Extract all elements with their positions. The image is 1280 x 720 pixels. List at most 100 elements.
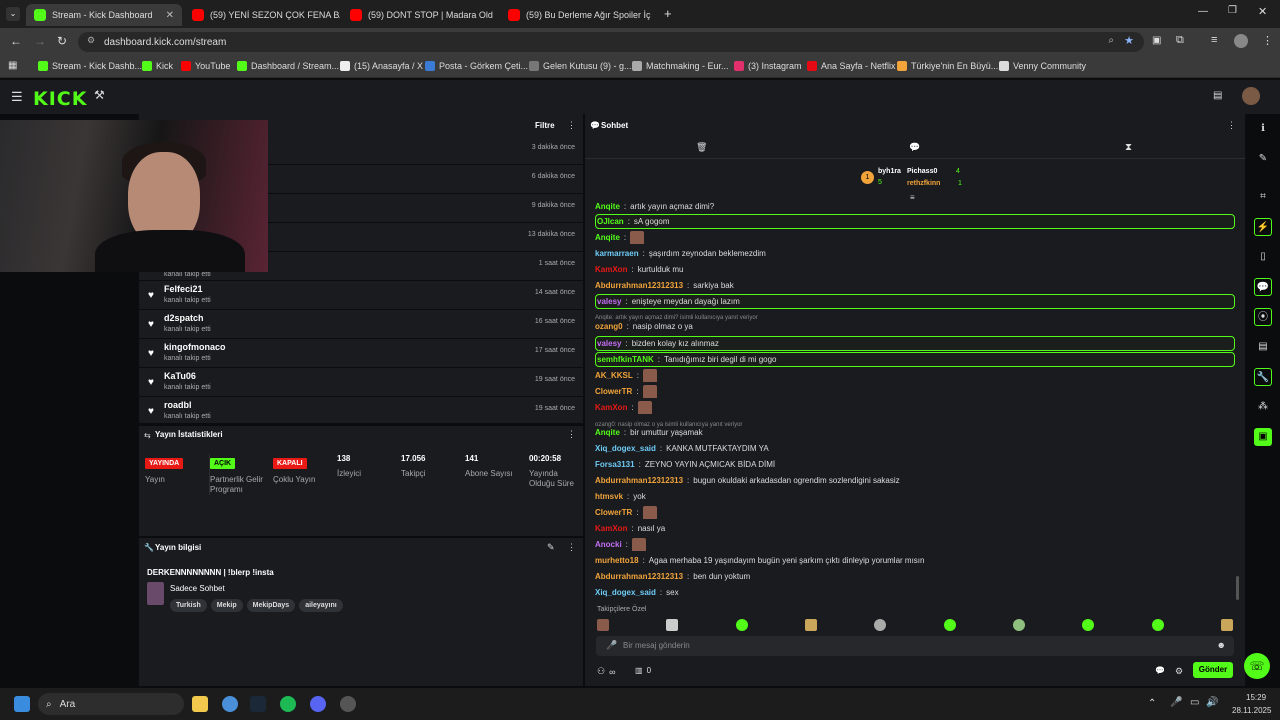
chat-message[interactable]: KamXon: nasıl ya [595,522,1235,535]
broadcast-icon[interactable]: ⦿ [1254,308,1272,326]
emote-icon[interactable] [631,538,646,551]
chat-username[interactable]: Anqite [595,428,620,437]
chat-username[interactable]: Xiq_dogex_said [595,588,656,597]
filter-button[interactable]: Filtre [535,121,555,130]
app-icon[interactable]: ▣ [1254,428,1272,446]
chat-message[interactable]: karmarraen: şaşırdım zeynodan beklemezdim [595,247,1235,260]
category-thumbnail[interactable] [147,582,164,605]
address-bar[interactable]: ⚙ dashboard.kick.com/stream ⌕ ★ [78,32,1144,52]
clock-date[interactable]: 28.11.2025 [1232,706,1271,715]
chat-menu-icon[interactable]: ⋮ [1227,120,1236,131]
emote-icon[interactable] [1012,619,1025,631]
chat-toggle-icon[interactable]: 💬 [1254,278,1272,296]
microphone-icon[interactable]: 🎤 [606,640,617,651]
app-icon[interactable] [340,696,356,712]
chat-message[interactable]: Xiq_dogex_said: KANKA MUTFAKTAYDIM YA [595,442,1235,455]
bookmark-item[interactable]: Stream - Kick Dashb... [38,61,142,71]
tray-chevron-icon[interactable]: ⌃ [1148,698,1156,709]
chat-username[interactable]: karmarraen [595,249,639,258]
chat-username[interactable]: valesy [597,339,621,348]
chrome-icon[interactable] [222,696,238,712]
chat-message[interactable]: valesy: enişteye meydan dayağı lazım [595,294,1235,309]
tab-youtube-3[interactable]: (59) Bu Derleme Ağır Spoiler İç ✕ [500,4,656,26]
feed-name[interactable]: KaTu06 [164,371,196,381]
chat-message[interactable]: Xiq_dogex_said: sex [595,586,1235,599]
chat-message[interactable]: Anocki: [595,538,1235,551]
emote-icon[interactable] [630,231,645,244]
leaderboard-name[interactable]: rethzfkinn [907,180,940,187]
channel-points[interactable]: ⚇ ∞ [597,666,616,677]
discord-icon[interactable] [310,696,326,712]
wallet[interactable]: ▥ 0 [635,666,651,675]
reload-icon[interactable]: ↻ [57,34,67,48]
chat-message[interactable]: ozang0: nasip olmaz o ya [595,320,1235,333]
steam-icon[interactable] [250,696,266,712]
forward-arrow-icon[interactable]: → [34,34,46,48]
send-button[interactable]: Gönder [1193,662,1233,678]
hourglass-icon[interactable]: ⧗ [1125,142,1132,153]
emote-icon[interactable] [735,619,748,631]
bookmark-item[interactable]: Gelen Kutusu (9) - g... [529,61,632,71]
chat-username[interactable]: Xiq_dogex_said [595,444,656,453]
emoji-picker-icon[interactable]: ☻ [1217,640,1226,650]
chat-message[interactable]: semhfkinTANK: Tanıdığımız biri degil di m… [595,352,1235,367]
back-arrow-icon[interactable]: ← [10,34,22,48]
minimize-icon[interactable]: — [1198,6,1208,17]
emote-icon[interactable] [1151,619,1164,631]
emote-icon[interactable] [637,401,652,414]
spotify-icon[interactable] [280,696,296,712]
tab-kick-dashboard[interactable]: Stream - Kick Dashboard ✕ [26,4,182,26]
chat-username[interactable]: ClowerTR [595,508,632,517]
chat-username[interactable]: murhetto18 [595,556,639,565]
bookmark-item[interactable]: (15) Anasayfa / X [340,61,423,71]
chat-username[interactable]: valesy [597,297,621,306]
chat-input[interactable]: 🎤 Bir mesaj gönderin ☻ [596,636,1234,656]
chat-message[interactable]: OJlcan: sA gogom [595,214,1235,229]
tab-youtube-2[interactable]: (59) DONT STOP | Madara Old ✕ [342,4,498,26]
studio-icon[interactable]: ▤ [1213,90,1222,101]
chat-message[interactable]: ClowerTR: [595,385,1235,398]
pencil-icon[interactable]: ✎ [1254,150,1272,168]
lightning-icon[interactable]: ⚡ [1254,218,1272,236]
chat-username[interactable]: KamXon [595,524,627,533]
chat-bubble-small-icon[interactable]: 💬 [1155,666,1165,675]
chat-scrollbar[interactable] [1236,576,1239,600]
chat-username[interactable]: Abdurrahman12312313 [595,281,683,290]
feed-name[interactable]: roadbl [164,400,192,410]
stats-menu-icon[interactable]: ⋮ [567,429,576,440]
chat-username[interactable]: Abdurrahman12312313 [595,572,683,581]
chat-message[interactable]: KamXon: [595,401,1235,414]
chat-message[interactable]: ClowerTR: [595,506,1235,519]
bookmark-star-icon[interactable]: ★ [1124,34,1134,47]
hammer-icon[interactable]: ⚒ [94,88,105,102]
kick-logo[interactable]: KICK [33,88,87,110]
media-icon[interactable]: ≡ [1211,34,1217,46]
emote-icon[interactable] [642,385,657,398]
window-close-icon[interactable]: ✕ [1258,5,1267,18]
bookmark-item[interactable]: (3) Instagram [734,61,802,71]
bookmark-item[interactable]: Kick [142,61,173,71]
tag-chip[interactable]: Mekip [210,599,243,612]
leaderboard-name[interactable]: Pichass0 [907,168,937,175]
chat-username[interactable]: KamXon [595,265,627,274]
apps-grid-icon[interactable]: ▦ [8,60,17,71]
new-tab-plus-icon[interactable]: + [664,6,672,21]
chat-username[interactable]: KamXon [595,403,627,412]
edit-pencil-icon[interactable]: ✎ [547,542,555,553]
restore-icon[interactable]: ❐ [1228,5,1237,16]
feed-menu-icon[interactable]: ⋮ [567,120,576,131]
emote-icon[interactable] [1082,619,1095,631]
emote-icon[interactable] [643,369,658,382]
menu-dots-icon[interactable]: ⋮ [1262,34,1273,47]
bookmark-item[interactable]: Türkiye'nin En Büyü... [897,61,998,71]
chat-message[interactable]: Anqite: artık yayın açmaz dimi? [595,200,1235,213]
taskbar-search[interactable]: ⌕ Ara [38,693,184,715]
chat-message[interactable]: Anqite: [595,231,1235,244]
tab-youtube-1[interactable]: (59) YENİ SEZON ÇOK FENA BA ✕ [184,4,340,26]
chat-message[interactable]: valesy: bizden kolay kız alınmaz [595,336,1235,351]
tab-search-icon[interactable]: ⌄ [6,7,20,21]
zoom-icon[interactable]: ⌕ [1108,35,1114,46]
windows-start-icon[interactable] [14,696,30,712]
trash-icon[interactable]: 🗑 [696,142,707,153]
nodes-icon[interactable]: ⁂ [1254,398,1272,416]
